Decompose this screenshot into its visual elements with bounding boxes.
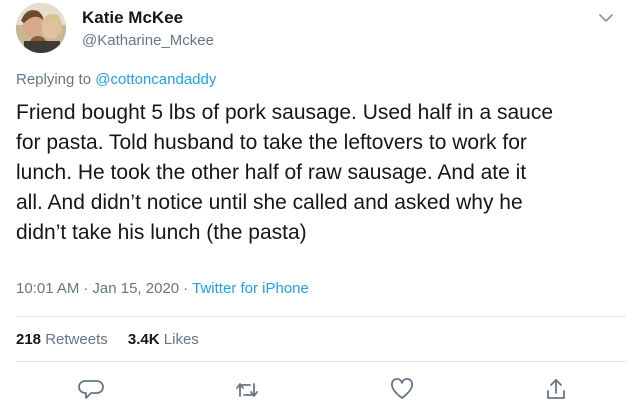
reply-mention-link[interactable]: @cottoncandaddy bbox=[95, 71, 216, 88]
author-name[interactable]: Katie McKee bbox=[82, 8, 183, 28]
likes-count: 3.4K bbox=[127, 331, 160, 348]
replying-to-label: Replying to bbox=[16, 71, 92, 88]
retweet-icon[interactable] bbox=[233, 376, 261, 404]
meta-separator: · bbox=[183, 280, 189, 297]
tweet-actions bbox=[0, 376, 640, 408]
tweet-time[interactable]: 10:01 AM bbox=[16, 280, 79, 297]
tweet-stats: 218 Retweets 3.4K Likes bbox=[16, 331, 215, 348]
tweet-card: Katie McKee @Katharine_Mckee Replying to… bbox=[0, 0, 640, 416]
likes-label: Likes bbox=[163, 331, 199, 348]
replying-to: Replying to @cottoncandaddy bbox=[16, 71, 216, 88]
tweet-source-link[interactable]: Twitter for iPhone bbox=[192, 280, 309, 297]
divider bbox=[16, 316, 626, 317]
divider bbox=[16, 361, 626, 362]
meta-separator: · bbox=[83, 280, 89, 297]
avatar[interactable] bbox=[16, 3, 66, 53]
tweet-date[interactable]: Jan 15, 2020 bbox=[92, 280, 179, 297]
likes-stat[interactable]: 3.4K Likes bbox=[128, 331, 199, 348]
reply-icon[interactable] bbox=[77, 376, 105, 404]
tweet-text: Friend bought 5 lbs of pork sausage. Use… bbox=[16, 101, 553, 244]
chevron-down-icon[interactable] bbox=[596, 8, 616, 28]
share-icon[interactable] bbox=[542, 376, 570, 404]
heart-icon[interactable] bbox=[388, 376, 416, 404]
retweets-label: Retweets bbox=[45, 331, 108, 348]
retweets-count: 218 bbox=[16, 331, 42, 348]
retweets-stat[interactable]: 218 Retweets bbox=[16, 331, 112, 348]
avatar-photo bbox=[16, 3, 66, 53]
tweet-metadata: 10:01 AM · Jan 15, 2020 · Twitter for iPhone bbox=[16, 280, 309, 297]
author-handle[interactable]: @Katharine_Mckee bbox=[82, 32, 214, 49]
